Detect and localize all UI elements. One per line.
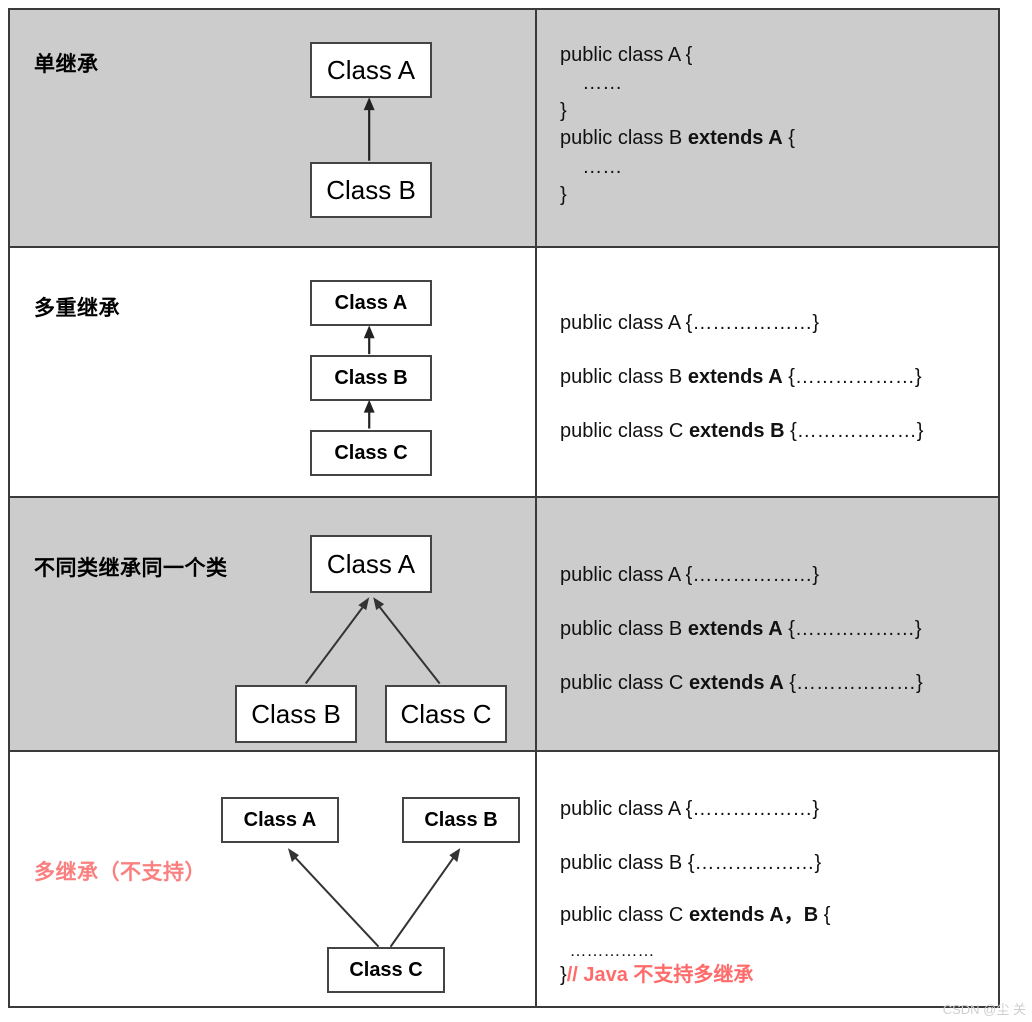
code-block-multilevel: public class A {………………} public class B e…	[560, 296, 923, 458]
row-label-single: 单继承	[34, 53, 99, 76]
class-box-a-row4: Class A	[221, 797, 339, 843]
code-line: public class B {………………}	[560, 852, 822, 874]
diagram-cell-multiple: 多继承（不支持） Class A Class B Class C	[10, 752, 537, 1006]
class-box-c-row2: Class C	[310, 430, 432, 476]
code-line: public class A {………………}	[560, 798, 819, 820]
code-line: public class B extends A {………………}	[560, 618, 922, 640]
diagram-cell-single: 单继承 Class A Class B	[10, 10, 537, 246]
class-box-c-row3: Class C	[385, 685, 507, 743]
code-cell-multiple: public class A {………………} public class B {…	[537, 752, 998, 1006]
class-box-b-row4: Class B	[402, 797, 520, 843]
class-box-c-row4: Class C	[327, 947, 445, 993]
code-line: public class B extends A {………………}	[560, 366, 922, 388]
code-line: ……	[560, 156, 623, 178]
class-box-b-row3: Class B	[235, 685, 357, 743]
code-block-shared-parent: public class A {………………} public class B e…	[560, 548, 923, 710]
code-cell-shared-parent: public class A {………………} public class B e…	[537, 498, 998, 750]
diagram-cell-shared-parent: 不同类继承同一个类 Class A Class B Class C	[10, 498, 537, 750]
class-box-a-row3: Class A	[310, 535, 432, 593]
code-block-multiple: public class A {………………} public class B {…	[560, 782, 830, 988]
code-block-single: public class A { …… } public class B ext…	[560, 42, 795, 208]
code-line: public class C extends A {………………}	[560, 672, 923, 694]
class-box-b-row2: Class B	[310, 355, 432, 401]
code-line: public class C extends A，B {	[560, 904, 831, 926]
code-line: public class C extends B {………………}	[560, 420, 924, 442]
code-cell-multilevel: public class A {………………} public class B e…	[537, 248, 998, 496]
arrows-multilevel-row2	[363, 325, 375, 429]
table-row-shared-parent: 不同类继承同一个类 Class A Class B Class C public…	[10, 498, 998, 752]
diagram-cell-multilevel: 多重继承 Class A Class B Class C	[10, 248, 537, 496]
table-row-multilevel-inheritance: 多重继承 Class A Class B Class C public clas…	[10, 248, 998, 498]
code-line: }	[560, 100, 567, 122]
code-line: }	[560, 184, 567, 206]
code-cell-single: public class A { …… } public class B ext…	[537, 10, 998, 246]
unsupported-comment: // Java 不支持多继承	[566, 964, 754, 986]
class-box-a-row1: Class A	[310, 42, 432, 98]
code-line: ……………	[560, 941, 655, 960]
code-line: public class A {………………}	[560, 312, 819, 334]
table-row-multiple-inheritance: 多继承（不支持） Class A Class B Class C public …	[10, 752, 998, 1006]
row-label-multiple: 多继承（不支持）	[34, 861, 206, 884]
arrow-b-to-a-row1	[363, 97, 375, 161]
code-line: public class A {………………}	[560, 564, 819, 586]
row-label-shared-parent: 不同类继承同一个类	[34, 557, 228, 580]
code-line: public class B extends A {	[560, 127, 795, 149]
row-label-multilevel: 多重继承	[34, 297, 120, 320]
class-box-a-row2: Class A	[310, 280, 432, 326]
code-line: public class A {	[560, 44, 693, 66]
inheritance-table: 单继承 Class A Class B public class A { …… …	[8, 8, 1000, 1008]
table-row-single-inheritance: 单继承 Class A Class B public class A { …… …	[10, 10, 998, 248]
code-line: ……	[560, 72, 623, 94]
csdn-watermark: CSDN @尘 关	[942, 1002, 1026, 1017]
code-line: }// Java 不支持多继承	[560, 964, 754, 986]
class-box-b-row1: Class B	[310, 162, 432, 218]
